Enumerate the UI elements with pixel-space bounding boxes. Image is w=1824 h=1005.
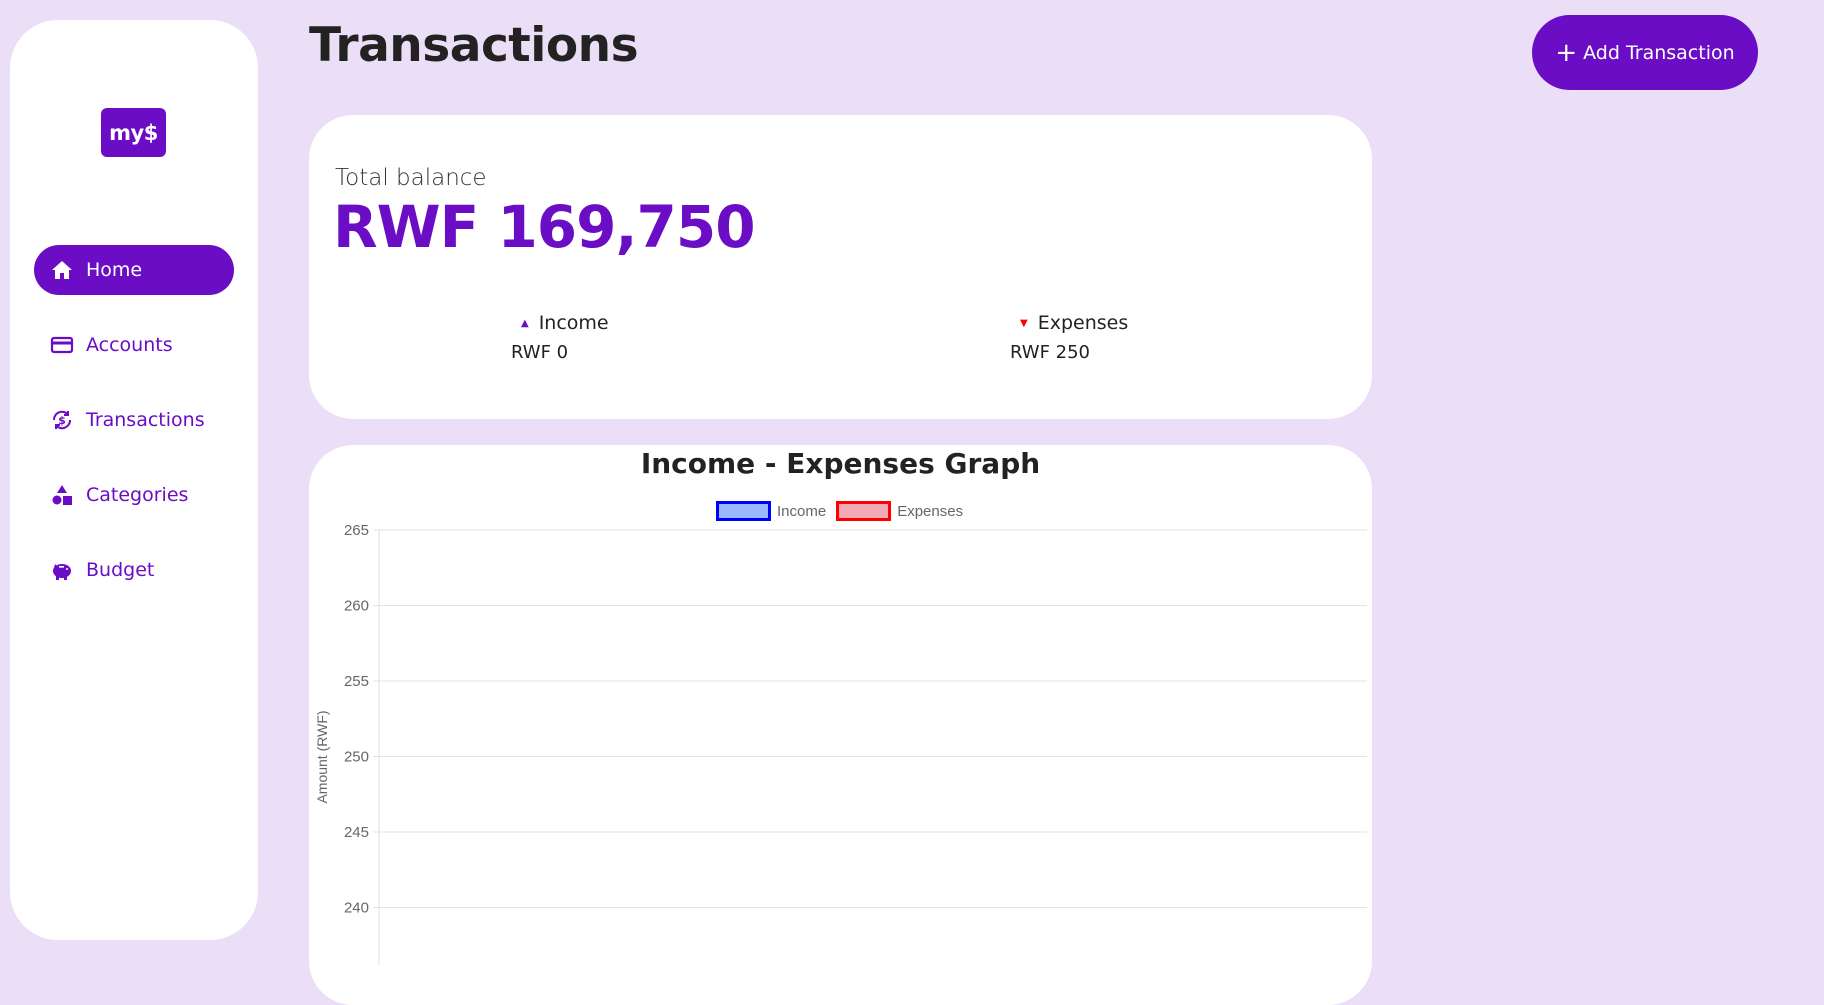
- sidebar-item-home[interactable]: Home: [34, 245, 234, 295]
- total-balance-label: Total balance: [335, 165, 487, 191]
- caret-down-icon: ▼: [1020, 317, 1028, 329]
- sidebar-item-transactions[interactable]: $ Transactions: [34, 395, 234, 445]
- sidebar-item-budget[interactable]: Budget: [34, 545, 234, 595]
- sidebar-item-accounts[interactable]: Accounts: [34, 320, 234, 370]
- y-tick-label: 250: [344, 749, 369, 766]
- income-label: Income: [538, 312, 609, 334]
- dollar-cycle-icon: $: [48, 406, 76, 434]
- sidebar: my$ Home Accounts $ Transactions Categor…: [10, 20, 258, 940]
- svg-text:$: $: [58, 414, 66, 427]
- y-tick-label: 260: [344, 598, 369, 615]
- sidebar-item-label: Home: [86, 259, 143, 281]
- app-logo[interactable]: my$: [101, 108, 166, 157]
- expenses-summary: ▼ Expenses RWF 250: [1010, 312, 1128, 363]
- income-value: RWF 0: [511, 342, 569, 363]
- caret-up-icon: ▲: [521, 317, 529, 329]
- piggy-bank-icon: [48, 556, 76, 584]
- expenses-value: RWF 250: [1010, 342, 1091, 363]
- income-summary: ▲ Income RWF 0: [511, 312, 609, 363]
- y-tick-label: 240: [344, 900, 369, 917]
- income-expenses-chart-card: Income - Expenses Graph Income Expenses …: [309, 445, 1372, 1005]
- shapes-icon: [48, 481, 76, 509]
- sidebar-item-label: Budget: [86, 559, 155, 581]
- page-title: Transactions: [309, 18, 639, 73]
- y-tick-label: 265: [344, 522, 369, 539]
- y-axis-label: Amount (RWF): [314, 710, 330, 803]
- y-tick-label: 255: [344, 673, 369, 690]
- total-balance-value: RWF 169,750: [333, 193, 756, 261]
- y-tick-label: 245: [344, 824, 369, 841]
- balance-card: Total balance RWF 169,750 ▲ Income RWF 0…: [309, 115, 1372, 419]
- sidebar-item-label: Accounts: [86, 334, 173, 356]
- chart-plot: 265 260 255 250 245 240 Amount (RWF): [314, 522, 1367, 965]
- sidebar-item-label: Categories: [86, 484, 189, 506]
- home-icon: [48, 256, 76, 284]
- add-transaction-button[interactable]: + Add Transaction: [1532, 15, 1758, 90]
- sidebar-item-categories[interactable]: Categories: [34, 470, 234, 520]
- expenses-label: Expenses: [1037, 312, 1129, 334]
- plus-icon: +: [1555, 37, 1578, 68]
- add-transaction-label: Add Transaction: [1583, 41, 1735, 64]
- sidebar-item-label: Transactions: [86, 409, 205, 431]
- credit-card-icon: [48, 331, 76, 359]
